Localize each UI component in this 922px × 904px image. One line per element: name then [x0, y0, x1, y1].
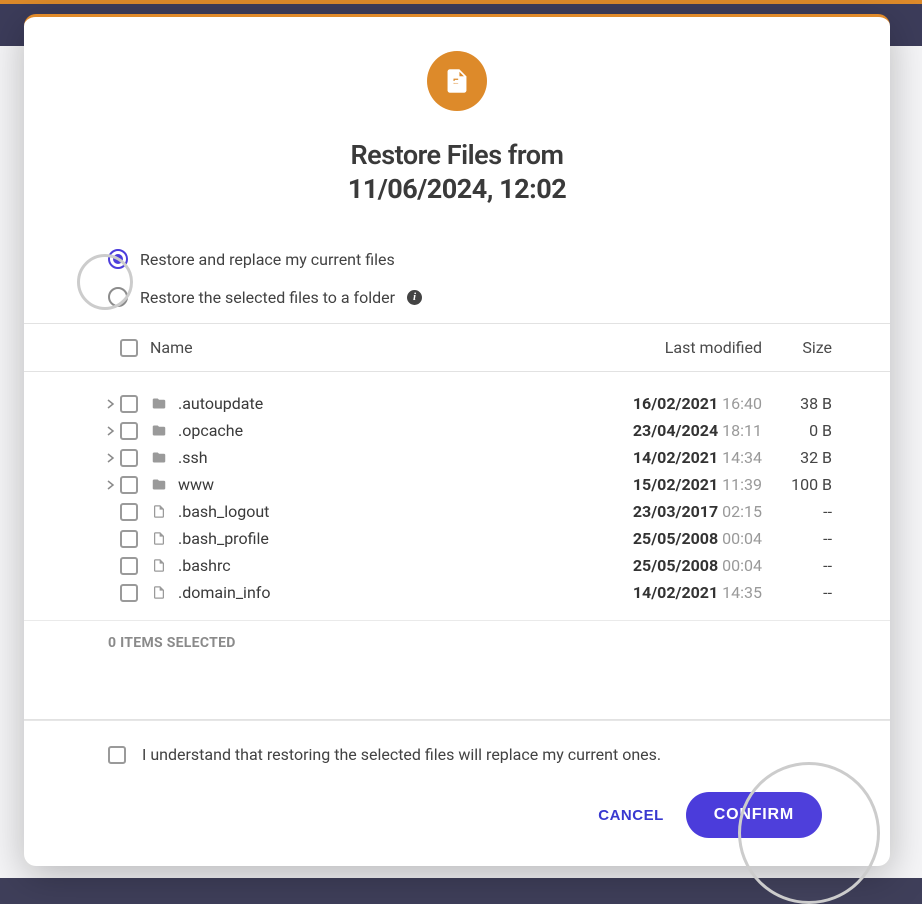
option-folder[interactable]: Restore the selected files to a folder i [108, 287, 830, 307]
table-row[interactable]: .autoupdate16/02/202116:4038 B [102, 390, 832, 417]
row-name: .ssh [178, 448, 594, 467]
table-row[interactable]: .bash_logout23/03/201702:15-- [102, 498, 832, 525]
folder-icon [150, 450, 178, 465]
restore-options: Restore and replace my current files Res… [24, 229, 890, 323]
modal-header: Restore Files from 11/06/2024, 12:02 [24, 17, 890, 229]
table-header: Name Last modified Size [24, 324, 890, 372]
row-checkbox[interactable] [120, 503, 138, 521]
row-checkbox[interactable] [120, 476, 138, 494]
modal-footer: CANCEL CONFIRM [24, 776, 890, 866]
row-size: 32 B [762, 448, 832, 467]
row-size: -- [762, 529, 832, 548]
table-rows: .autoupdate16/02/202116:4038 B.opcache23… [24, 372, 890, 620]
row-size: -- [762, 556, 832, 575]
row-checkbox[interactable] [120, 422, 138, 440]
row-checkbox[interactable] [120, 530, 138, 548]
row-modified: 14/02/202114:35 [594, 583, 762, 602]
row-name: www [178, 475, 594, 494]
row-modified: 25/05/200800:04 [594, 529, 762, 548]
col-size[interactable]: Size [762, 338, 832, 357]
option-folder-label: Restore the selected files to a folder [140, 288, 395, 307]
row-modified: 16/02/202116:40 [594, 394, 762, 413]
chevron-right-icon[interactable] [102, 453, 120, 463]
selection-count: 0 ITEMS SELECTED [24, 620, 890, 665]
cancel-button[interactable]: CANCEL [598, 807, 664, 824]
file-icon [150, 504, 178, 519]
row-name: .autoupdate [178, 394, 594, 413]
modal-title-date: 11/06/2024, 12:02 [64, 173, 850, 205]
understand-row[interactable]: I understand that restoring the selected… [24, 720, 890, 776]
option-replace-label: Restore and replace my current files [140, 250, 395, 269]
col-modified[interactable]: Last modified [594, 338, 762, 357]
table-row[interactable]: .opcache23/04/202418:110 B [102, 417, 832, 444]
file-icon [150, 585, 178, 600]
understand-checkbox[interactable] [108, 746, 126, 764]
row-name: .bashrc [178, 556, 594, 575]
row-name: .bash_profile [178, 529, 594, 548]
understand-label: I understand that restoring the selected… [142, 745, 661, 764]
row-checkbox[interactable] [120, 395, 138, 413]
table-row[interactable]: www15/02/202111:39100 B [102, 471, 832, 498]
row-checkbox[interactable] [120, 584, 138, 602]
radio-folder[interactable] [108, 287, 128, 307]
row-checkbox[interactable] [120, 557, 138, 575]
table-row[interactable]: .bashrc25/05/200800:04-- [102, 552, 832, 579]
option-replace[interactable]: Restore and replace my current files [108, 249, 830, 269]
chevron-right-icon[interactable] [102, 399, 120, 409]
radio-replace[interactable] [108, 249, 128, 269]
folder-icon [150, 396, 178, 411]
file-table: Name Last modified Size .autoupdate16/02… [24, 323, 890, 720]
confirm-button[interactable]: CONFIRM [686, 792, 822, 838]
select-all-checkbox[interactable] [120, 339, 138, 357]
row-checkbox[interactable] [120, 449, 138, 467]
file-icon [427, 51, 487, 111]
row-modified: 23/03/201702:15 [594, 502, 762, 521]
row-modified: 14/02/202114:34 [594, 448, 762, 467]
row-name: .domain_info [178, 583, 594, 602]
row-modified: 23/04/202418:11 [594, 421, 762, 440]
info-icon[interactable]: i [407, 290, 422, 305]
file-icon [150, 531, 178, 546]
row-size: 38 B [762, 394, 832, 413]
row-size: 0 B [762, 421, 832, 440]
chevron-right-icon[interactable] [102, 426, 120, 436]
table-row[interactable]: .ssh14/02/202114:3432 B [102, 444, 832, 471]
modal-title-prefix: Restore Files from [64, 139, 850, 171]
row-modified: 15/02/202111:39 [594, 475, 762, 494]
row-size: -- [762, 502, 832, 521]
folder-icon [150, 423, 178, 438]
file-icon [150, 558, 178, 573]
row-modified: 25/05/200800:04 [594, 556, 762, 575]
col-name[interactable]: Name [150, 338, 594, 357]
chevron-right-icon[interactable] [102, 480, 120, 490]
row-name: .bash_logout [178, 502, 594, 521]
restore-files-modal: Restore Files from 11/06/2024, 12:02 Res… [24, 14, 890, 866]
table-row[interactable]: .bash_profile25/05/200800:04-- [102, 525, 832, 552]
table-row[interactable]: .domain_info14/02/202114:35-- [102, 579, 832, 606]
row-size: -- [762, 583, 832, 602]
row-name: .opcache [178, 421, 594, 440]
folder-icon [150, 477, 178, 492]
row-size: 100 B [762, 475, 832, 494]
